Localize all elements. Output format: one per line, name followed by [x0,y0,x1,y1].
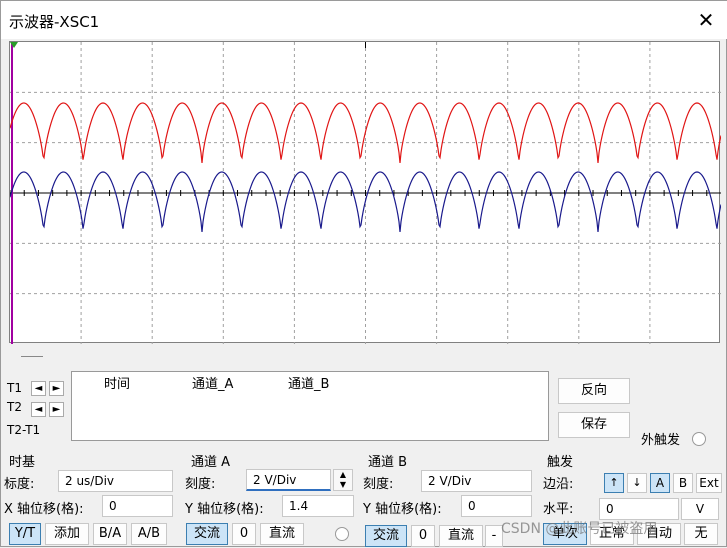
window-title: 示波器-XSC1 [9,13,100,31]
title-bar: 示波器-XSC1 ✕ [1,1,727,39]
t1-right-arrow-icon[interactable]: ► [49,381,64,396]
trigger-level-field[interactable]: 0 [599,498,679,520]
channel-b-dc-button[interactable]: 直流 [439,525,483,547]
mode-yt-button[interactable]: Y/T [9,523,41,545]
channel-b-ac-button[interactable]: 交流 [365,525,407,547]
readout-header-channel-b: 通道_B [288,377,330,392]
channel-b-zero-button[interactable]: 0 [411,525,435,547]
channel-b-scale-field[interactable]: 2 V/Div [421,470,532,492]
falling-edge-icon[interactable]: ↓ [627,473,647,493]
channel-a-dc-button[interactable]: 直流 [260,523,304,545]
channel-b-ypos-label: Y 轴位移(格): [363,502,442,517]
channel-a-ypos-field[interactable]: 1.4 [282,495,354,517]
trigger-level-label: 水平: [543,502,574,517]
trigger-source-b-button[interactable]: B [673,473,693,493]
trigger-title: 触发 [547,455,574,470]
oscilloscope-window: 示波器-XSC1 ✕ T1 ◄ ► T2 ◄ ► T2-T1 时间 通道_A 通… [0,0,727,547]
x-position-field[interactable]: 0 [102,495,173,517]
channel-a-trace [10,102,721,164]
mode-ba-button[interactable]: B/A [93,523,127,545]
rising-edge-icon[interactable]: ↑ [604,473,624,493]
save-button[interactable]: 保存 [558,412,630,438]
waveform-display [10,42,721,344]
channel-b-title: 通道 B [368,455,408,470]
t2-right-arrow-icon[interactable]: ► [49,402,64,417]
divider [21,356,43,357]
channel-a-scale-field[interactable]: 2 V/Div [246,469,331,491]
trigger-level-unit[interactable]: V [681,498,719,520]
timebase-title: 时基 [9,455,36,470]
cursor-controls: T1 ◄ ► T2 ◄ ► T2-T1 [3,371,69,441]
channel-a-zero-button[interactable]: 0 [232,523,256,545]
channel-a-ac-button[interactable]: 交流 [186,523,228,545]
channel-a-title: 通道 A [191,455,231,470]
measurement-readout: 时间 通道_A 通道_B [71,371,549,441]
channel-a-scale-spinner[interactable]: ▲ ▼ [333,469,353,491]
t1-left-arrow-icon[interactable]: ◄ [31,381,46,396]
mode-ab-button[interactable]: A/B [131,523,167,545]
channel-a-panel: 通道 A 刻度: 2 V/Div ▲ ▼ Y 轴位移(格): 1.4 交流 0 直… [182,449,360,548]
timebase-scale-field[interactable]: 2 us/Div [58,470,173,492]
channel-a-scale-label: 刻度: [185,477,216,492]
reverse-button[interactable]: 反向 [558,378,630,404]
cursor-t2-label: T2 [7,400,22,414]
channel-a-ypos-label: Y 轴位移(格): [185,502,264,517]
readout-header-channel-a: 通道_A [192,377,234,392]
scope-screen [9,41,721,344]
readout-header-time: 时间 [104,377,131,392]
ext-trigger-radio[interactable] [692,432,706,446]
mode-add-button[interactable]: 添加 [45,523,89,545]
timebase-panel: 时基 标度: 2 us/Div X 轴位移(格): 0 Y/T 添加 B/A A… [1,449,179,548]
close-icon[interactable]: ✕ [694,8,718,32]
ext-trigger-label: 外触发 [641,433,681,448]
channel-a-radio[interactable] [335,527,349,541]
trigger-source-ext-button[interactable]: Ext [696,473,722,493]
cursor-t2-t1-label: T2-T1 [7,423,41,437]
x-position-label: X 轴位移(格): [4,502,84,517]
channel-b-scale-label: 刻度: [363,477,394,492]
cursor-t1-label: T1 [7,381,22,395]
trigger-mode-none-button[interactable]: 无 [684,523,718,545]
channel-b-ypos-field[interactable]: 0 [461,495,532,517]
watermark: CSDN @此账号已被盗用 [501,521,658,537]
trigger-source-a-button[interactable]: A [650,473,670,493]
t2-left-arrow-icon[interactable]: ◄ [31,402,46,417]
timebase-scale-label: 标度: [4,477,35,492]
trigger-edge-label: 边沿: [543,477,574,492]
